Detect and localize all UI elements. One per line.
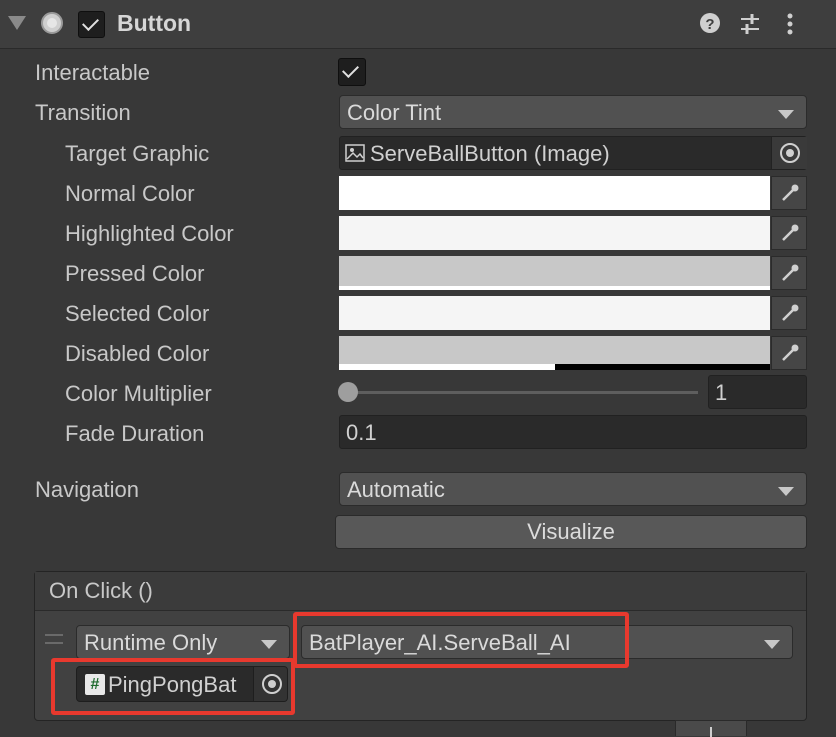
runtime-dropdown[interactable]: Runtime Only: [76, 625, 290, 659]
visualize-button[interactable]: Visualize: [335, 515, 807, 549]
eyedropper-icon: [782, 264, 799, 281]
target-graphic-field[interactable]: ServeBallButton (Image): [339, 136, 807, 170]
transition-label: Transition: [35, 100, 131, 125]
color-multiplier-slider-track[interactable]: [346, 391, 698, 394]
component-enabled-checkbox[interactable]: [78, 11, 105, 38]
disabled-color-swatch[interactable]: [339, 336, 770, 370]
function-highlight-box: [293, 612, 629, 668]
chevron-down-icon: [261, 640, 277, 649]
pressed-color-swatch[interactable]: [339, 256, 770, 290]
fade-duration-value: 0.1: [346, 420, 377, 445]
navigation-label: Navigation: [35, 477, 139, 502]
eyedropper-button[interactable]: [771, 336, 807, 370]
component-icon: [41, 12, 63, 34]
target-graphic-value: ServeBallButton (Image): [370, 141, 610, 166]
eyedropper-icon: [782, 224, 799, 241]
eyedropper-icon: [782, 304, 799, 321]
transition-dropdown[interactable]: Color Tint: [339, 95, 807, 129]
navigation-dropdown[interactable]: Automatic: [339, 472, 807, 506]
component-title: Button: [117, 10, 192, 36]
more-menu-icon[interactable]: [780, 12, 800, 36]
eyedropper-button[interactable]: [771, 176, 807, 210]
alpha-bar-white: [339, 364, 555, 370]
fade-duration-input[interactable]: 0.1: [339, 415, 807, 449]
interactable-checkbox[interactable]: [338, 58, 366, 86]
color-multiplier-input[interactable]: 1: [708, 375, 807, 409]
preset-icon[interactable]: [738, 12, 762, 36]
selected-color-swatch[interactable]: [339, 296, 770, 330]
color-multiplier-label: Color Multiplier: [65, 381, 212, 406]
normal-color-swatch[interactable]: [339, 176, 770, 210]
highlighted-color-label: Highlighted Color: [65, 221, 234, 246]
alpha-bar-black: [555, 364, 770, 370]
interactable-label: Interactable: [35, 60, 150, 85]
object-picker-button[interactable]: [771, 137, 807, 169]
on-click-title: On Click (): [49, 578, 153, 603]
fade-duration-label: Fade Duration: [65, 421, 205, 446]
eyedropper-icon: [782, 184, 799, 201]
color-multiplier-slider-knob[interactable]: [338, 382, 358, 402]
checkmark-icon: [82, 14, 99, 31]
runtime-value: Runtime Only: [84, 630, 218, 655]
chevron-down-icon: [778, 487, 794, 496]
target-graphic-label: Target Graphic: [65, 141, 210, 166]
drag-handle-icon[interactable]: [45, 634, 63, 644]
svg-text:?: ?: [705, 16, 714, 33]
transition-value: Color Tint: [347, 100, 442, 125]
chevron-down-icon: [778, 110, 794, 119]
color-multiplier-value: 1: [715, 380, 728, 405]
checkmark-icon: [342, 61, 359, 78]
normal-color-label: Normal Color: [65, 181, 195, 206]
help-icon[interactable]: ?: [699, 12, 721, 34]
highlighted-color-swatch[interactable]: [339, 216, 770, 250]
object-picker-icon: [780, 143, 800, 163]
eyedropper-button[interactable]: [771, 296, 807, 330]
selected-color-label: Selected Color: [65, 301, 210, 326]
add-listener-button[interactable]: [675, 720, 747, 737]
object-highlight-box: [51, 658, 295, 715]
eyedropper-button[interactable]: [771, 216, 807, 250]
navigation-value: Automatic: [347, 477, 445, 502]
image-icon: [345, 144, 365, 162]
fold-arrow-icon[interactable]: [8, 16, 26, 30]
eyedropper-button[interactable]: [771, 256, 807, 290]
chevron-down-icon: [764, 640, 780, 649]
pressed-color-label: Pressed Color: [65, 261, 205, 286]
eyedropper-icon: [782, 344, 799, 361]
disabled-color-label: Disabled Color: [65, 341, 210, 366]
